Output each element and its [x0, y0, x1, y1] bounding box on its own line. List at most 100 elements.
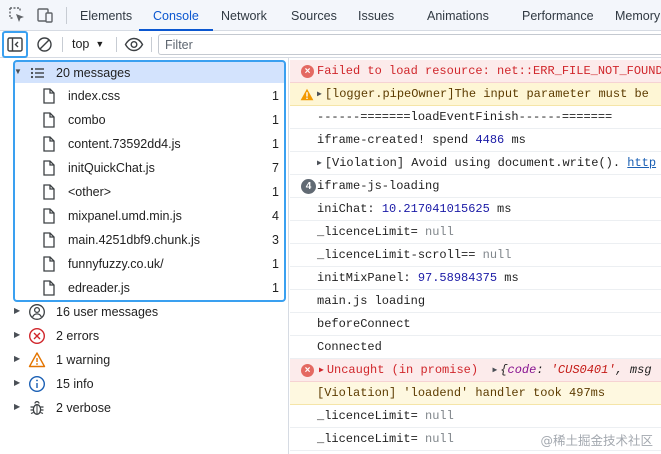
- console-log-message[interactable]: beforeConnect: [290, 313, 661, 336]
- console-log-message[interactable]: _licenceLimit= null: [290, 405, 661, 428]
- file-name: main.4251dbf9.chunk.js: [68, 233, 201, 247]
- error-icon: ×: [301, 65, 314, 78]
- source-link[interactable]: http: [627, 156, 656, 170]
- message-text: _licenceLimit= null: [317, 432, 454, 446]
- file-icon: [43, 280, 55, 296]
- message-text: ▶ [Violation] Avoid using document.write(…: [317, 156, 657, 170]
- message-text: main.js loading: [317, 294, 426, 308]
- sidebar-file-item[interactable]: <other> 1: [0, 180, 288, 204]
- tab-sources[interactable]: Sources: [291, 0, 337, 31]
- file-count: 1: [272, 185, 279, 199]
- sidebar-item-warnings[interactable]: ▶ 1 warning: [0, 348, 288, 372]
- collapsed-triangle-icon[interactable]: ▶: [14, 378, 20, 387]
- clear-console-icon[interactable]: [36, 36, 53, 53]
- warning-icon: [28, 352, 46, 368]
- expanded-triangle-icon[interactable]: ▼: [14, 67, 22, 76]
- sidebar-icon: [7, 37, 23, 52]
- toolbar-separator: [151, 37, 152, 52]
- file-name: <other>: [68, 185, 112, 199]
- console-violation-message[interactable]: ▶ [Violation] Avoid using document.write(…: [290, 152, 661, 175]
- sidebar-file-item[interactable]: funnyfuzzy.co.uk/ 1: [0, 252, 288, 276]
- message-text: iframe-created! spend 4486 ms: [317, 133, 526, 147]
- expand-triangle-icon[interactable]: ▶: [317, 89, 322, 99]
- device-toolbar-icon[interactable]: [36, 6, 54, 24]
- repeat-count-badge: 4: [301, 179, 316, 194]
- message-text: Connected: [317, 340, 382, 354]
- file-count: 1: [272, 113, 279, 127]
- message-text: iframe-js-loading: [317, 179, 440, 193]
- file-icon: [43, 208, 55, 224]
- console-warning-message[interactable]: ▶ [logger.pipeOwner]The input parameter m…: [290, 83, 661, 106]
- tab-performance[interactable]: Performance: [522, 0, 594, 31]
- console-violation-message[interactable]: [Violation] 'loadend' handler took 497ms: [290, 382, 661, 405]
- file-icon: [43, 184, 55, 200]
- tab-issues[interactable]: Issues: [358, 0, 394, 31]
- file-count: 4: [272, 209, 279, 223]
- devtools-tab-bar: Elements Console Network Sources Issues …: [0, 0, 661, 31]
- tab-elements[interactable]: Elements: [80, 0, 132, 31]
- message-text: Failed to load resource: net::ERR_FILE_N…: [317, 64, 661, 78]
- sidebar-item-verbose[interactable]: ▶ 2 verbose: [0, 396, 288, 420]
- file-name: combo: [68, 113, 106, 127]
- console-toolbar: top ▼: [0, 31, 661, 58]
- context-select-value: top: [72, 37, 90, 51]
- sidebar-file-item[interactable]: index.css 1: [0, 84, 288, 108]
- sidebar-item-info[interactable]: ▶ 15 info: [0, 372, 288, 396]
- sidebar-file-item[interactable]: mixpanel.umd.min.js 4: [0, 204, 288, 228]
- collapsed-triangle-icon[interactable]: ▶: [14, 330, 20, 339]
- sidebar-item-errors[interactable]: ▶ 2 errors: [0, 324, 288, 348]
- console-error-message[interactable]: × Failed to load resource: net::ERR_FILE…: [290, 60, 661, 83]
- expand-triangle-icon[interactable]: ▶: [319, 365, 324, 375]
- message-text: iniChat: 10.217041015625 ms: [317, 202, 512, 216]
- file-count: 1: [272, 281, 279, 295]
- sidebar-item-messages[interactable]: ▼ 20 messages: [0, 61, 288, 85]
- expand-triangle-icon[interactable]: ▶: [492, 365, 497, 375]
- collapsed-triangle-icon[interactable]: ▶: [14, 354, 20, 363]
- sidebar-toggle-button[interactable]: [2, 31, 28, 58]
- collapsed-triangle-icon[interactable]: ▶: [14, 306, 20, 315]
- file-count: 3: [272, 233, 279, 247]
- user-icon: [29, 304, 45, 320]
- watermark: @稀土掘金技术社区: [540, 433, 653, 448]
- expand-triangle-icon[interactable]: ▶: [317, 158, 322, 168]
- tab-network[interactable]: Network: [221, 0, 267, 31]
- warning-icon: [300, 88, 314, 101]
- console-log-message[interactable]: initMixPanel: 97.58984375 ms: [290, 267, 661, 290]
- tab-animations[interactable]: Animations: [427, 0, 489, 31]
- sidebar-item-label: 2 verbose: [56, 401, 111, 415]
- inspect-element-icon[interactable]: [8, 6, 26, 24]
- console-error-message[interactable]: × ▶ Uncaught (in promise) ▶ {code: 'CUS040…: [290, 359, 661, 382]
- console-log-message[interactable]: _licenceLimit-scroll== null: [290, 244, 661, 267]
- sidebar-item-label: 20 messages: [56, 66, 131, 80]
- tab-console[interactable]: Console: [139, 0, 213, 31]
- sidebar-item-label: 1 warning: [56, 353, 111, 367]
- sidebar-file-item[interactable]: content.73592dd4.js 1: [0, 132, 288, 156]
- tab-memory[interactable]: Memory: [615, 0, 660, 31]
- toolbar-separator: [116, 37, 117, 52]
- sidebar-file-item[interactable]: combo 1: [0, 108, 288, 132]
- collapsed-triangle-icon[interactable]: ▶: [14, 402, 20, 411]
- console-log-message[interactable]: iniChat: 10.217041015625 ms: [290, 198, 661, 221]
- filter-input[interactable]: [158, 34, 661, 55]
- message-text: ▶ Uncaught (in promise) ▶ {code: 'CUS0401'…: [319, 363, 652, 377]
- console-log-message[interactable]: 4 iframe-js-loading: [290, 175, 661, 198]
- console-log-message[interactable]: main.js loading: [290, 290, 661, 313]
- sidebar-file-item[interactable]: edreader.js 1: [0, 276, 288, 300]
- sidebar-file-item[interactable]: main.4251dbf9.chunk.js 3: [0, 228, 288, 252]
- console-log-message[interactable]: _licenceLimit= null: [290, 221, 661, 244]
- console-log-message[interactable]: iframe-created! spend 4486 ms: [290, 129, 661, 152]
- file-name: content.73592dd4.js: [68, 137, 181, 151]
- file-icon: [43, 88, 55, 104]
- console-log-message[interactable]: ------=======loadEventFinish------======…: [290, 106, 661, 129]
- context-select[interactable]: top ▼: [72, 37, 104, 51]
- sidebar-file-item[interactable]: initQuickChat.js 7: [0, 156, 288, 180]
- caret-down-icon: ▼: [95, 39, 105, 49]
- message-text: ------=======loadEventFinish------======…: [317, 110, 613, 124]
- file-name: edreader.js: [68, 281, 130, 295]
- console-log-message[interactable]: Connected: [290, 336, 661, 359]
- file-name: funnyfuzzy.co.uk/: [68, 257, 164, 271]
- sidebar-item-user-messages[interactable]: ▶ 16 user messages: [0, 300, 288, 324]
- eye-icon[interactable]: [124, 36, 144, 53]
- sidebar-item-label: 16 user messages: [56, 305, 159, 319]
- info-icon: [28, 375, 46, 393]
